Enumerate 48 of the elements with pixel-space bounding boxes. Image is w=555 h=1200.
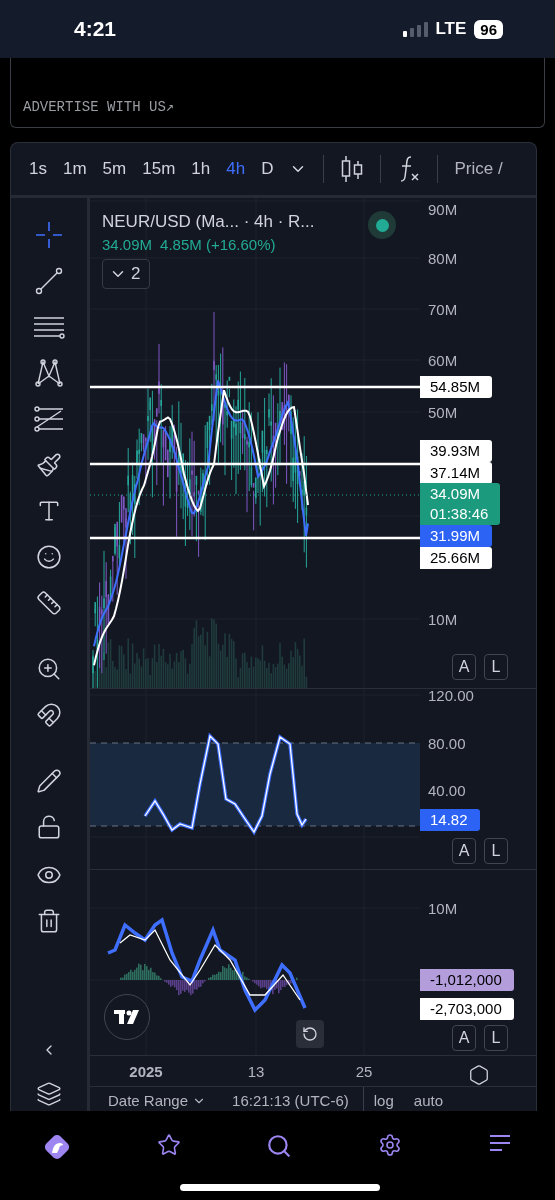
time-label: 25 — [355, 1063, 373, 1080]
price-tag: 54.85M — [420, 376, 493, 398]
price-change: 4.85M (+16.60%) — [160, 236, 276, 253]
axis-label: 80M — [428, 249, 458, 267]
interval-tab[interactable]: 4h — [226, 159, 246, 179]
indicators-toggle[interactable]: 2 — [102, 259, 150, 289]
advertise-link[interactable]: ADVERTISE WITH US↗ — [23, 98, 175, 115]
time-label: 13 — [247, 1063, 265, 1080]
interval-tab[interactable]: 1h — [191, 159, 211, 179]
time-zone-label: 16:21:13 (UTC-6) — [232, 1093, 349, 1109]
axis-label: 50M — [428, 403, 458, 421]
interval-tab[interactable]: 15m — [142, 159, 176, 179]
scale-button[interactable]: A — [452, 838, 476, 864]
axis-label: 40.00 — [428, 781, 466, 799]
clock: 4:21 — [74, 17, 118, 41]
time-label: 2025 — [129, 1063, 163, 1080]
axis-label: 70M — [428, 300, 458, 318]
date-range-button[interactable]: Date Range — [108, 1093, 189, 1109]
price-tag: -2,703,000 — [420, 998, 514, 1020]
interval-tab[interactable]: 1m — [62, 159, 87, 179]
price-tag: 31.99M — [420, 525, 493, 547]
network-type: LTE — [435, 19, 467, 39]
axis-label: 60M — [428, 351, 458, 369]
scale-button[interactable]: A — [452, 654, 476, 680]
scale-button[interactable]: L — [484, 1025, 508, 1051]
price-tag: 39.93M — [420, 440, 493, 462]
price-tag: 34.09M 01:38:46 — [420, 483, 501, 525]
interval-tab[interactable]: 1s — [29, 159, 47, 179]
auto-toggle[interactable]: auto — [413, 1093, 443, 1109]
axis-label: 90M — [428, 200, 458, 218]
axis-label: 10M — [428, 899, 458, 917]
price-tag: 14.82 — [420, 809, 480, 831]
interval-tab[interactable]: D — [261, 159, 274, 179]
price-tag: 25.66M — [420, 547, 493, 569]
price-tag: 37.14M — [420, 462, 493, 484]
scale-button[interactable]: L — [484, 838, 508, 864]
scale-button[interactable]: L — [484, 654, 508, 680]
interval-tab[interactable]: 5m — [102, 159, 127, 179]
axis-label: 120.00 — [428, 689, 474, 704]
price-scale-label[interactable]: Price / — [454, 159, 503, 179]
symbol-title: NEUR/USD (Ma... · 4h · R... — [102, 212, 315, 232]
last-price: 34.09M — [102, 236, 153, 253]
axis-label: 10M — [428, 610, 458, 628]
price-tag: -1,012,000 — [420, 969, 514, 991]
log-toggle[interactable]: log — [373, 1093, 394, 1109]
scale-button[interactable]: A — [452, 1025, 476, 1051]
battery-level: 96 — [474, 19, 503, 39]
axis-label: 80.00 — [428, 734, 466, 752]
